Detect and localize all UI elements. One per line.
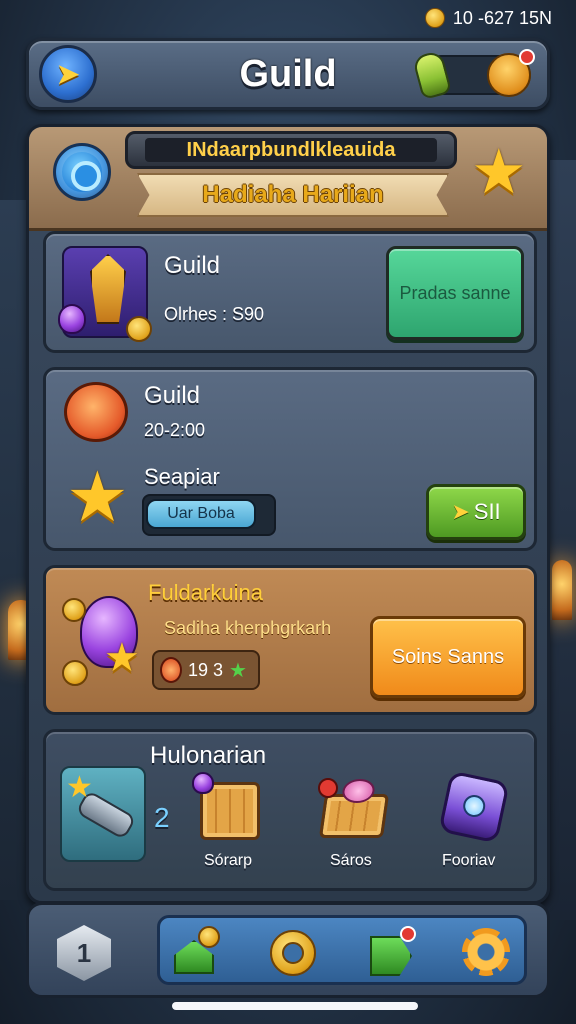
gear-shape xyxy=(462,928,510,976)
status-text: 10 -627 15N xyxy=(452,7,552,28)
card-time: 20-2:00 xyxy=(144,420,206,440)
amulet-icon[interactable] xyxy=(438,770,510,844)
card-subtitle: Sadiha kherphgrkarh xyxy=(164,618,332,638)
home-icon[interactable] xyxy=(170,926,222,978)
card-title: Guild xyxy=(164,252,221,279)
coin-ring-icon[interactable] xyxy=(266,926,318,978)
notification-dot xyxy=(519,49,535,65)
guild-card-2: Guild 20-2:00 ★ Seapiar Uar Boba ➤ SII xyxy=(43,367,537,551)
gem-icon xyxy=(58,304,86,334)
action-button[interactable]: Soins Sanns xyxy=(370,616,526,698)
shield-icon xyxy=(90,254,126,324)
upgrade-button[interactable]: ➤ SII xyxy=(426,484,526,540)
section-label: Seapiar xyxy=(144,464,220,489)
arrow-icon: ➤ xyxy=(451,499,470,524)
panel-banner-area: INdaarpbundlkleauida Hadiaha Hariian ★ xyxy=(29,127,547,231)
candy-icon xyxy=(340,779,377,803)
banner-ribbon: Hadiaha Hariian xyxy=(137,173,449,217)
quest-icon[interactable] xyxy=(487,49,535,97)
home-indicator[interactable] xyxy=(172,1002,418,1010)
field-frame: Uar Boba xyxy=(142,494,276,536)
coin-icon xyxy=(126,316,152,342)
reward-label: Sáros xyxy=(330,852,372,869)
sun-badge-icon xyxy=(64,382,128,442)
card-title: Fuldarkuina xyxy=(148,580,263,605)
nav-tabs xyxy=(157,915,527,985)
card-subtitle: Olrhes : S90 xyxy=(164,304,265,324)
star-icon: ★ xyxy=(66,456,129,538)
guild-card-4: Hulonarian ★ 2 Sórarp Sáros Fooriav xyxy=(43,729,537,891)
ring-hole xyxy=(282,942,304,964)
coin-icon xyxy=(424,8,445,28)
counter-value: 19 3 xyxy=(188,659,224,680)
coin-icon xyxy=(62,598,86,622)
guild-panel: INdaarpbundlkleauida Hadiaha Hariian ★ G… xyxy=(26,124,550,904)
header-bar: ➤ Guild xyxy=(26,38,550,110)
claim-button[interactable]: Pradas sanne xyxy=(386,246,524,340)
field-value[interactable]: Uar Boba xyxy=(146,499,256,529)
star-icon: ★ xyxy=(66,770,93,805)
background-window xyxy=(552,560,572,620)
upgrade-button-label: SII xyxy=(473,499,501,524)
reward-label: Sórarp xyxy=(204,852,253,869)
star-icon[interactable]: ★ xyxy=(471,141,527,203)
counter-box: 19 3 ★ xyxy=(152,650,260,690)
star-icon: ★ xyxy=(104,635,140,681)
card-title: Guild xyxy=(144,382,201,409)
settings-gear-icon[interactable] xyxy=(460,926,512,978)
reward-label: Fooriav xyxy=(442,852,496,869)
status-bar: 10 -627 15N xyxy=(424,6,552,30)
banner-top-text: INdaarpbundlkleauida xyxy=(145,138,437,162)
guild-card-1: Guild Olrhes : S90 Pradas sanne xyxy=(43,231,537,353)
coin-icon xyxy=(198,926,220,948)
green-star-icon: ★ xyxy=(229,658,247,682)
reward-count: 2 xyxy=(154,802,170,833)
coin-icon xyxy=(62,660,88,686)
gift-crate-icon[interactable] xyxy=(318,779,390,838)
guild-card-3: ★ Fuldarkuina Sadiha kherphgrkarh 19 3 ★… xyxy=(43,565,537,715)
guild-emblem-icon[interactable] xyxy=(53,143,111,201)
berry-icon xyxy=(318,778,338,798)
tag-shape xyxy=(370,936,412,976)
cannon-icon[interactable]: ★ xyxy=(60,766,146,862)
amulet-gem xyxy=(461,792,488,820)
header-resource-pill[interactable] xyxy=(411,49,535,101)
notification-dot xyxy=(400,926,416,942)
shield-badge-icon xyxy=(160,657,182,683)
card-title: Hulonarian xyxy=(150,742,267,769)
badge-icon[interactable]: 1 xyxy=(57,925,111,981)
percent-tag-icon[interactable] xyxy=(364,926,416,978)
banner-top: INdaarpbundlkleauida xyxy=(125,131,457,169)
bottom-navigation: 1 xyxy=(26,902,550,998)
gem-icon xyxy=(192,772,214,794)
